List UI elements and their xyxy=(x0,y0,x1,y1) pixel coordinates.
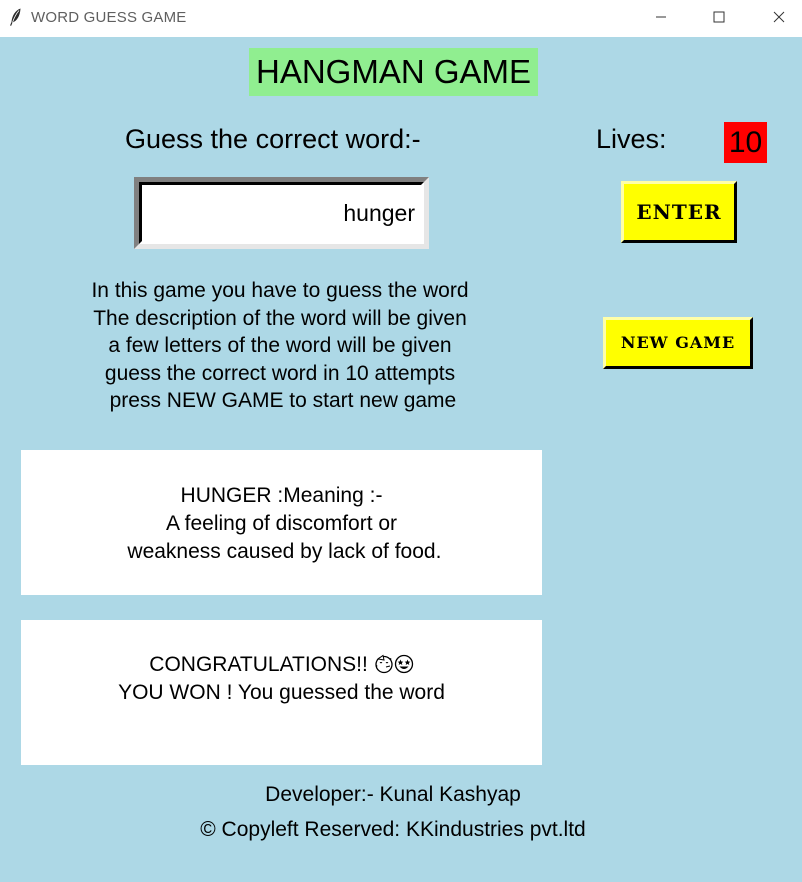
page-title: HANGMAN GAME xyxy=(249,48,538,96)
lives-label: Lives: xyxy=(596,124,667,154)
window-title: WORD GUESS GAME xyxy=(31,9,187,26)
close-icon[interactable] xyxy=(756,0,802,34)
app-window: WORD GUESS GAME HANGMAN GAME Guess the c… xyxy=(0,0,802,882)
party-face-icon xyxy=(374,654,394,674)
result-message: YOU WON ! You guessed the word xyxy=(118,681,445,704)
title-bar: WORD GUESS GAME xyxy=(0,0,802,36)
instruction-line: The description of the word will be give… xyxy=(93,306,467,330)
instruction-line: a few letters of the word will be given xyxy=(108,334,452,357)
guess-input[interactable]: hunger xyxy=(139,182,424,244)
minimize-icon[interactable] xyxy=(638,0,684,34)
meaning-title: HUNGER :Meaning :- xyxy=(180,484,383,507)
meaning-line: A feeling of discomfort or xyxy=(165,512,398,535)
instruction-line: In this game you have to guess the word xyxy=(91,279,469,302)
lives-count: 10 xyxy=(724,122,767,163)
guess-label: Guess the correct word:- xyxy=(125,124,421,154)
instruction-line: guess the correct word in 10 attempts xyxy=(104,361,456,385)
star-struck-face-icon xyxy=(394,654,414,674)
result-headline: CONGRATULATIONS!! xyxy=(21,651,542,679)
meaning-panel: HUNGER :Meaning :- A feeling of discomfo… xyxy=(21,450,542,595)
guess-input-frame: hunger xyxy=(134,177,429,249)
result-congrats: CONGRATULATIONS!! xyxy=(149,653,374,676)
result-panel: CONGRATULATIONS!! YOU WON ! You guessed … xyxy=(21,620,542,765)
developer-credit: Developer:- Kunal Kashyap xyxy=(265,783,521,806)
meaning-line: weakness caused by lack of food. xyxy=(121,540,442,563)
instruction-line: press NEW GAME to start new game xyxy=(103,389,457,412)
enter-button[interactable]: ENTER xyxy=(621,181,737,243)
copyright-notice: © Copyleft Reserved: KKindustries pvt.lt… xyxy=(200,818,586,841)
game-area: HANGMAN GAME Guess the correct word:- Li… xyxy=(0,37,802,882)
instructions-text: In this game you have to guess the word … xyxy=(40,277,520,415)
feather-icon xyxy=(9,8,23,26)
maximize-icon[interactable] xyxy=(696,0,742,34)
new-game-button[interactable]: NEW GAME xyxy=(603,317,753,369)
